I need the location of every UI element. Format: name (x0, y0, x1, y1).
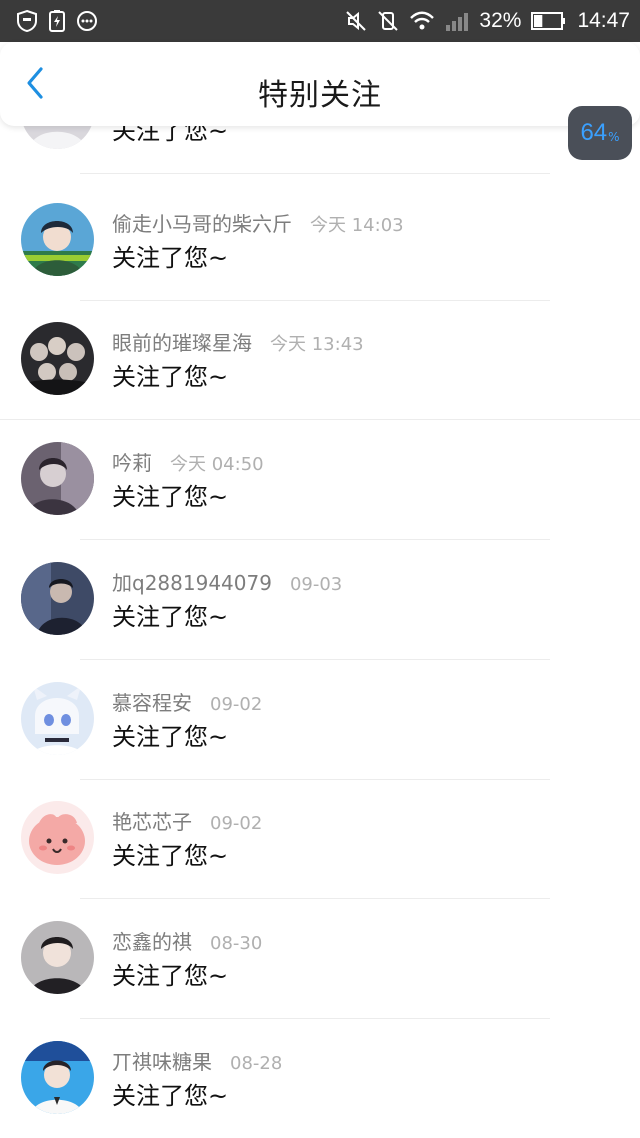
user-name: 恋鑫的祺 (112, 930, 192, 954)
list-item[interactable]: 关注了您~ (0, 126, 640, 174)
divider (80, 539, 550, 540)
list-item[interactable]: 加q2881944079 09-03 关注了您~ (0, 541, 640, 660)
divider (0, 419, 640, 420)
divider (80, 173, 550, 174)
name-line: 加q2881944079 09-03 (112, 567, 342, 596)
list-item[interactable]: 吟莉 今天 04:50 关注了您~ (0, 421, 640, 540)
floating-percent-widget[interactable]: 64 % (568, 106, 632, 160)
vibrate-off-icon (377, 10, 399, 32)
timestamp: 08-28 (230, 1053, 283, 1074)
message-text: 关注了您~ (112, 962, 229, 990)
follow-list: 关注了您~ 偷走小马哥的柴六斤 今天 14:03 关注了您~ 眼前的璀璨星海 今… (0, 126, 640, 1138)
divider (80, 1018, 550, 1019)
avatar[interactable] (21, 682, 94, 755)
mute-icon (345, 10, 367, 32)
percent-unit: % (608, 130, 620, 144)
timestamp: 08-30 (210, 933, 263, 954)
timestamp: 09-02 (210, 813, 263, 834)
avatar[interactable] (21, 921, 94, 994)
user-name: 丌祺味糖果 (112, 1050, 212, 1074)
timestamp: 09-02 (210, 694, 263, 715)
timestamp: 今天 14:03 (310, 215, 404, 236)
nav-header: 特别关注 (0, 42, 640, 126)
list-item[interactable]: 丌祺味糖果 08-28 关注了您~ (0, 1020, 640, 1138)
list-item[interactable]: 恋鑫的祺 08-30 关注了您~ (0, 900, 640, 1019)
name-line: 慕容程安 09-02 (112, 687, 262, 716)
list-item[interactable]: 艳芯芯子 09-02 关注了您~ (0, 780, 640, 899)
avatar[interactable] (21, 442, 94, 515)
message-text: 关注了您~ (112, 842, 229, 870)
name-line: 吟莉 今天 04:50 (112, 447, 264, 476)
user-name: 慕容程安 (112, 691, 192, 715)
more-icon (76, 10, 98, 32)
divider (80, 898, 550, 899)
battery-percent: 32% (479, 9, 522, 32)
avatar[interactable] (21, 203, 94, 276)
avatar[interactable] (21, 1041, 94, 1114)
name-line: 眼前的璀璨星海 今天 13:43 (112, 327, 364, 356)
avatar[interactable] (21, 322, 94, 395)
percent-value: 64 (580, 119, 608, 146)
timestamp: 今天 13:43 (270, 334, 364, 355)
message-text: 关注了您~ (112, 363, 229, 391)
status-bar: 32% 14:47 (0, 0, 640, 42)
battery-icon (531, 11, 567, 31)
user-name: 艳芯芯子 (112, 810, 192, 834)
name-line: 恋鑫的祺 08-30 (112, 926, 262, 955)
user-name: 偷走小马哥的柴六斤 (112, 212, 292, 236)
signal-icon (445, 11, 469, 31)
avatar[interactable] (21, 801, 94, 874)
message-text: 关注了您~ (112, 603, 229, 631)
user-name: 加q2881944079 (112, 571, 272, 595)
name-line: 偷走小马哥的柴六斤 今天 14:03 (112, 208, 404, 237)
shield-icon (16, 9, 38, 33)
user-name: 眼前的璀璨星海 (112, 331, 252, 355)
user-name: 吟莉 (112, 451, 152, 475)
wifi-icon (409, 11, 435, 31)
message-text: 关注了您~ (112, 483, 229, 511)
name-line: 艳芯芯子 09-02 (112, 806, 262, 835)
message-text: 关注了您~ (112, 723, 229, 751)
message-text: 关注了您~ (112, 126, 229, 145)
avatar[interactable] (21, 126, 94, 149)
page-title: 特别关注 (258, 78, 382, 113)
list-item[interactable]: 偷走小马哥的柴六斤 今天 14:03 关注了您~ (0, 182, 640, 301)
divider (80, 659, 550, 660)
message-text: 关注了您~ (112, 1082, 229, 1110)
avatar[interactable] (21, 562, 94, 635)
message-text: 关注了您~ (112, 244, 229, 272)
timestamp: 今天 04:50 (170, 454, 264, 475)
list-item[interactable]: 慕容程安 09-02 关注了您~ (0, 661, 640, 780)
battery-saver-icon (48, 9, 66, 33)
name-line: 丌祺味糖果 08-28 (112, 1046, 282, 1075)
timestamp: 09-03 (289, 574, 343, 595)
list-item[interactable]: 眼前的璀璨星海 今天 13:43 关注了您~ (0, 301, 640, 420)
clock: 14:47 (577, 9, 630, 32)
